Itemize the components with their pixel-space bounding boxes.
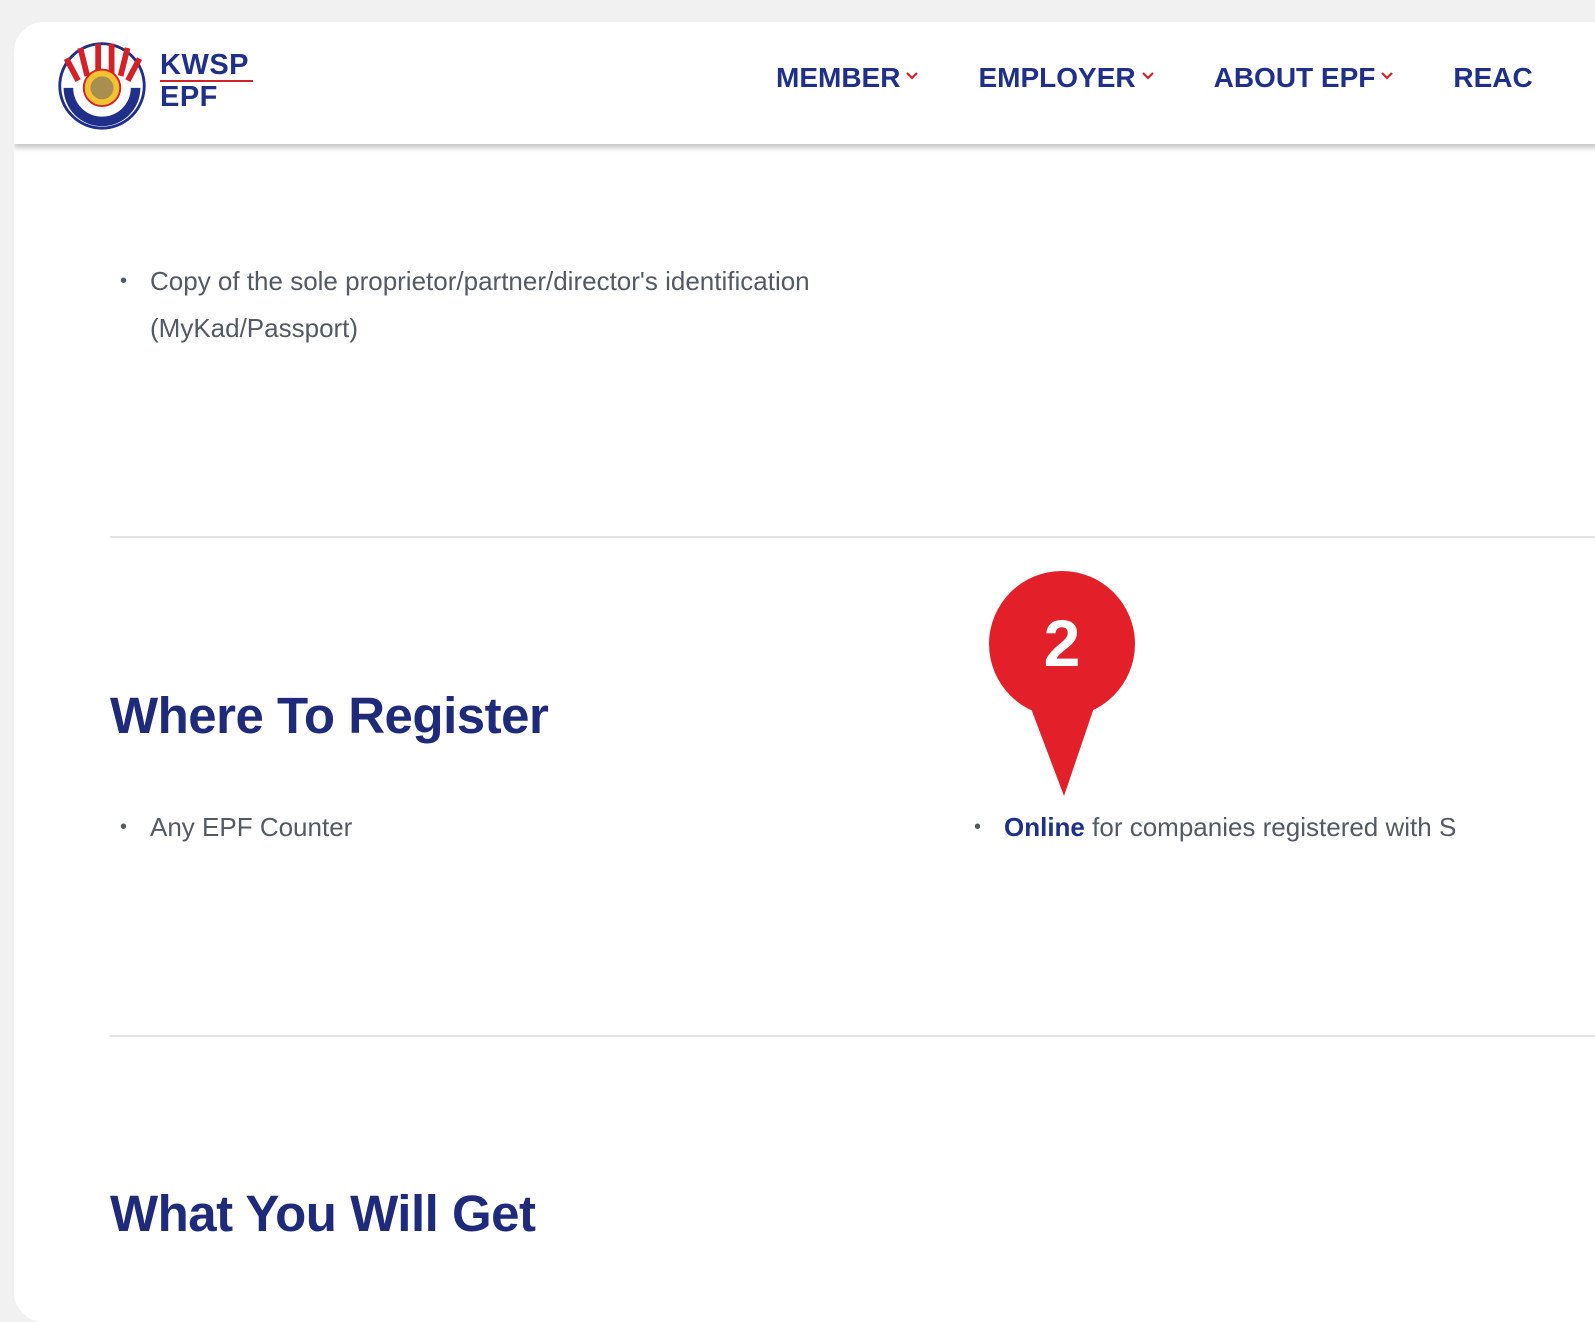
- online-description: for companies registered with S: [1084, 812, 1457, 842]
- nav-item-label: ABOUT EPF: [1213, 62, 1376, 93]
- kwsp-logo-icon[interactable]: [54, 36, 150, 132]
- list-item: Any EPF Counter: [110, 804, 750, 851]
- section-title-where-to-register: Where To Register: [110, 687, 549, 744]
- nav-item-label: REAC: [1453, 62, 1533, 93]
- annotation-number: 2: [1043, 606, 1081, 680]
- brand-kwsp: KWSP: [160, 51, 253, 82]
- nav-item-member[interactable]: MEMBER: [776, 62, 920, 94]
- nav-item-reach[interactable]: REAC: [1453, 62, 1532, 94]
- list-item: Online for companies registered with S: [964, 804, 1595, 851]
- nav-item-employer[interactable]: EMPLOYER: [978, 62, 1155, 94]
- register-option-text: Any EPF Counter: [150, 812, 353, 842]
- section-divider: [110, 536, 1595, 538]
- chevron-down-icon: [1141, 72, 1154, 80]
- map-pin-icon: [989, 571, 1135, 796]
- main-content: Copy of the sole proprietor/partner/dire…: [14, 144, 1595, 1322]
- online-link[interactable]: Online: [1004, 812, 1085, 842]
- section-title-what-you-will-get: What You Will Get: [110, 1185, 536, 1242]
- site-header: KWSP EPF MEMBER EMPLOYER ABOUT EPF REAC: [14, 22, 1595, 144]
- requirement-text: Copy of the sole proprietor/partner/dire…: [150, 266, 810, 343]
- nav-item-label: MEMBER: [776, 62, 901, 93]
- chevron-down-icon: [906, 72, 919, 80]
- brand-wordmark[interactable]: KWSP EPF: [160, 50, 253, 112]
- chevron-down-icon: [1381, 72, 1394, 80]
- brand-epf: EPF: [160, 81, 218, 113]
- list-item: Copy of the sole proprietor/partner/dire…: [110, 258, 870, 352]
- nav-item-label: EMPLOYER: [978, 62, 1136, 93]
- nav-item-about-epf[interactable]: ABOUT EPF: [1214, 62, 1396, 94]
- section-divider: [110, 1035, 1595, 1037]
- browser-frame: KWSP EPF MEMBER EMPLOYER ABOUT EPF REAC …: [14, 22, 1595, 1322]
- main-nav: MEMBER EMPLOYER ABOUT EPF REAC: [776, 62, 1591, 94]
- annotation-marker: 2: [988, 570, 1138, 800]
